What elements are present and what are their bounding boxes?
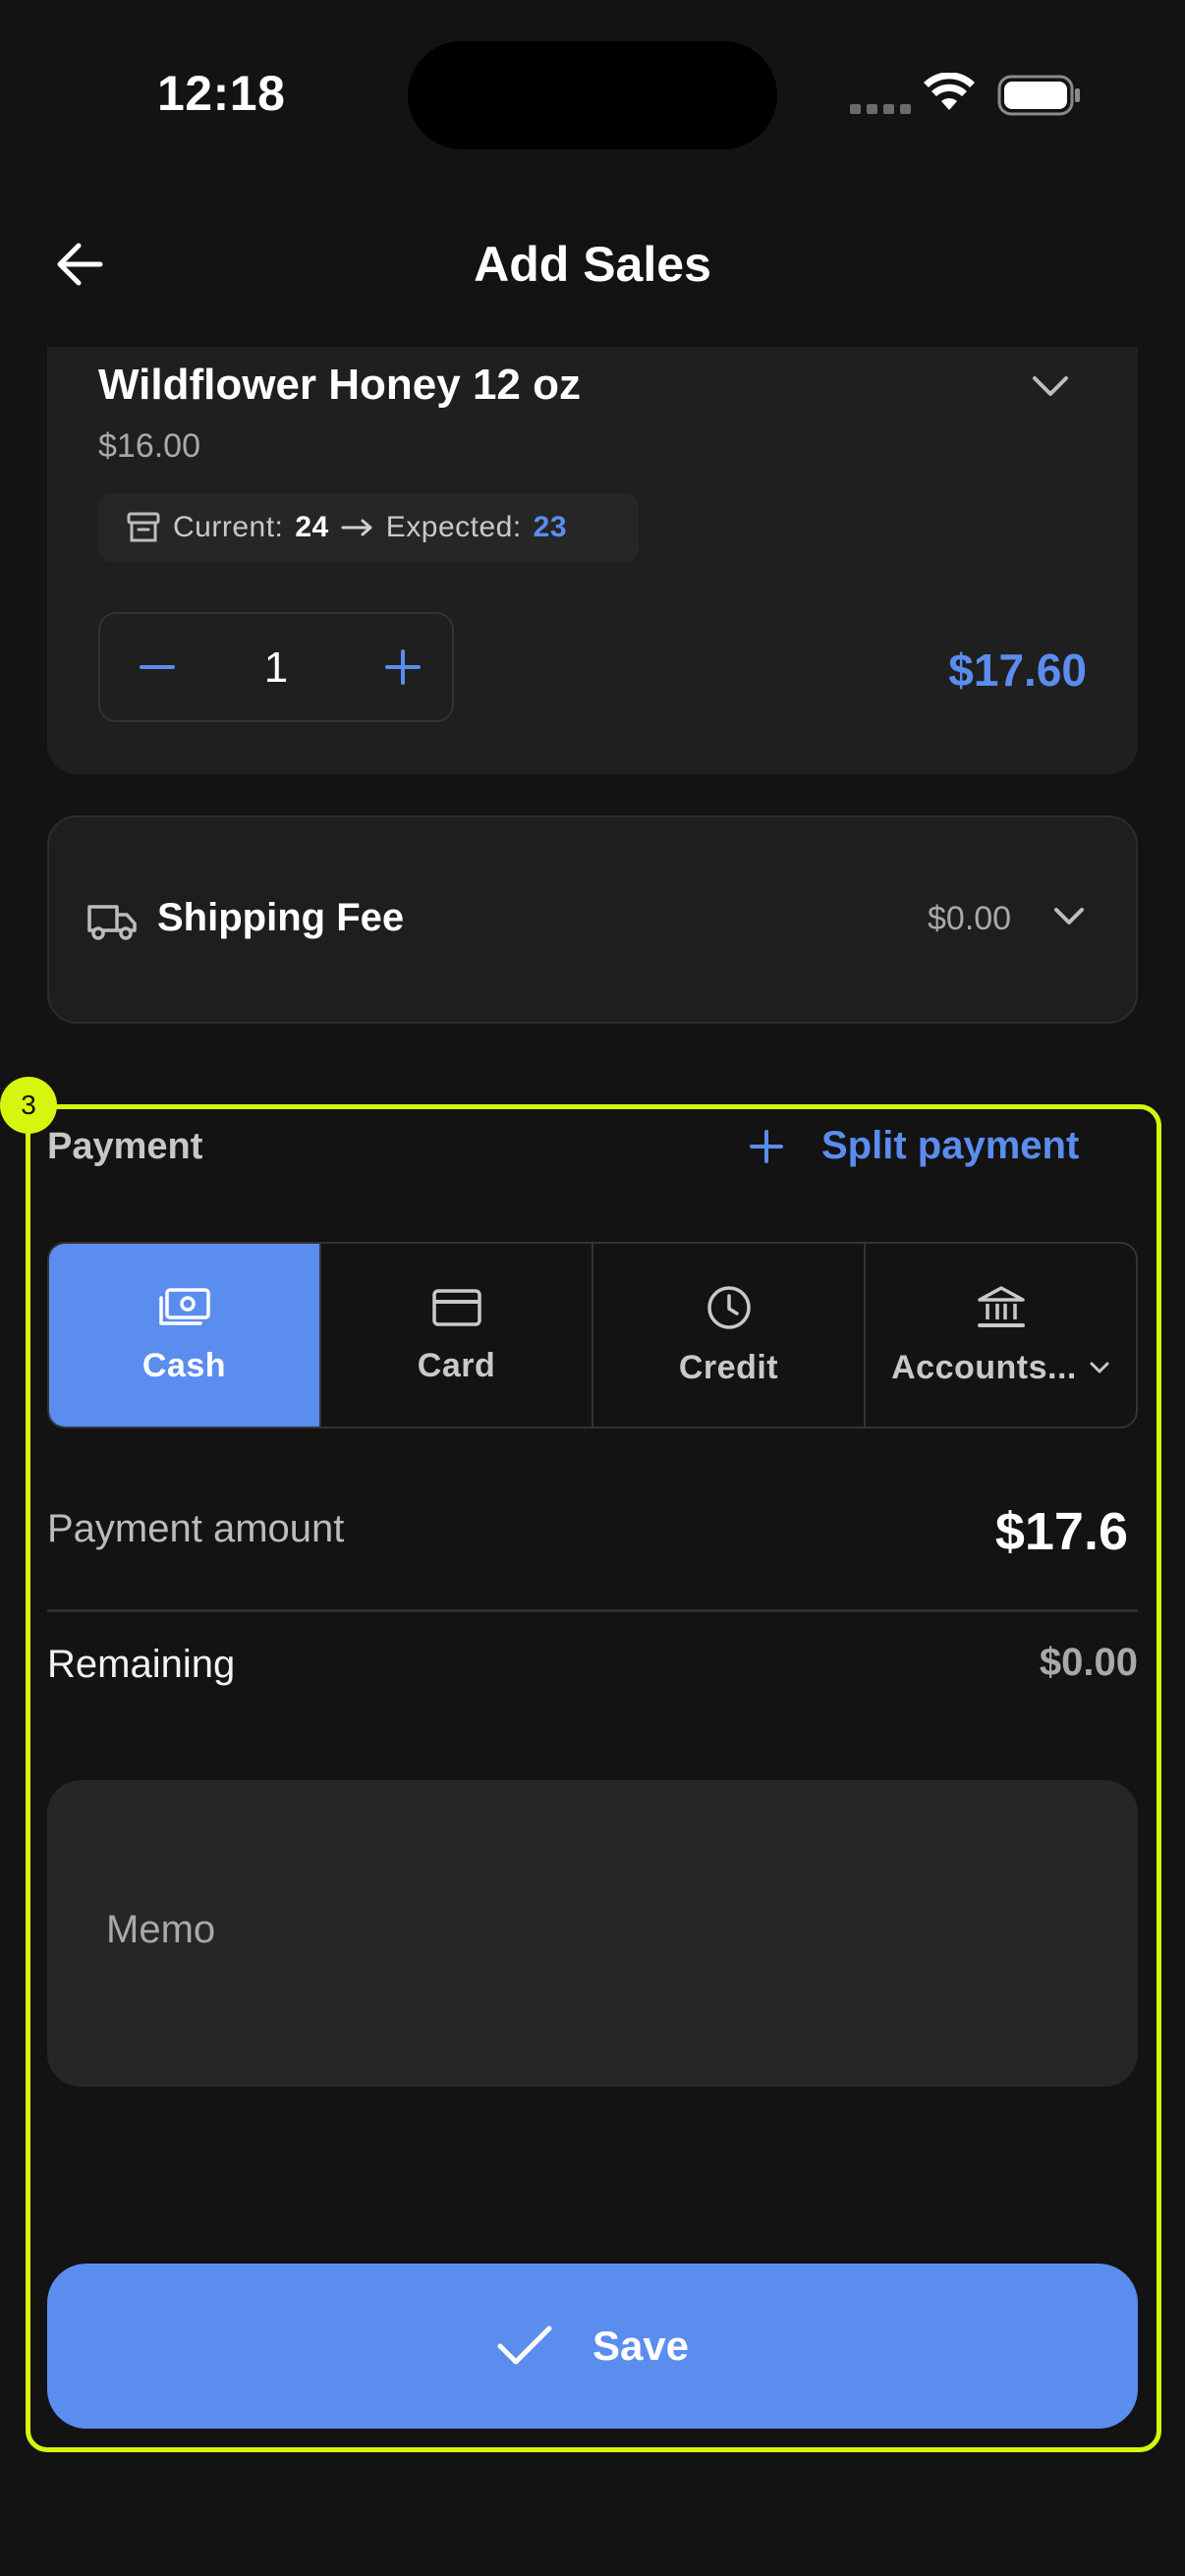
shipping-fee-row[interactable]: Shipping Fee $0.00 [47, 815, 1138, 1024]
payment-method-card[interactable]: Card [321, 1244, 593, 1427]
archive-box-icon [127, 512, 160, 542]
memo-placeholder: Memo [106, 1908, 216, 1951]
payment-label: Payment [47, 1126, 203, 1167]
payment-amount-label: Payment amount [47, 1507, 345, 1550]
clock-icon [706, 1285, 751, 1329]
page-title: Add Sales [474, 237, 711, 292]
product-unit-price: $16.00 [98, 427, 200, 465]
save-button[interactable]: Save [47, 2264, 1138, 2429]
wifi-icon [924, 73, 975, 110]
cash-icon [158, 1287, 210, 1325]
chevron-down-icon[interactable] [1051, 902, 1087, 929]
plus-icon [750, 1129, 783, 1163]
line-total: $17.60 [948, 644, 1087, 696]
chevron-down-icon[interactable] [1030, 372, 1071, 400]
payment-method-label: Cash [141, 1346, 227, 1384]
arrow-right-icon [341, 519, 372, 536]
payment-method-selector: Cash Card Credit Accounts... [47, 1242, 1138, 1428]
payment-method-credit[interactable]: Credit [593, 1244, 866, 1427]
shipping-fee-value: $0.00 [928, 900, 1012, 937]
quantity-stepper: 1 [98, 612, 454, 722]
current-stock-label: Current: [173, 511, 284, 543]
remaining-label: Remaining [47, 1643, 236, 1686]
product-name: Wildflower Honey 12 oz [98, 361, 582, 409]
split-payment-label: Split payment [821, 1124, 1080, 1167]
payment-amount-value[interactable]: $17.6 [995, 1501, 1128, 1562]
chevron-down-icon [1090, 1362, 1109, 1373]
payment-method-label: Card [417, 1346, 496, 1384]
remaining-value: $0.00 [1039, 1641, 1138, 1684]
bank-icon [977, 1285, 1025, 1327]
product-card: Wildflower Honey 12 oz $16.00 Current: 2… [47, 347, 1138, 774]
plus-icon[interactable] [383, 647, 423, 687]
signal-icon [850, 104, 911, 114]
stock-indicator: Current: 24 Expected: 23 [98, 493, 639, 562]
shipping-fee-label: Shipping Fee [157, 896, 405, 939]
payment-method-label: Accounts... [891, 1348, 1077, 1386]
expected-stock-value: 23 [533, 511, 568, 543]
truck-icon [87, 905, 137, 940]
expected-stock-label: Expected: [385, 511, 522, 543]
status-time: 12:18 [157, 66, 286, 121]
card-icon [431, 1288, 481, 1326]
current-stock-value: 24 [295, 511, 329, 543]
battery-icon [997, 75, 1080, 116]
payment-method-label: Credit [678, 1348, 779, 1386]
split-payment-button[interactable]: Split payment [749, 1124, 1079, 1168]
save-label: Save [592, 2323, 690, 2369]
checkmark-icon [497, 2325, 552, 2365]
memo-field[interactable]: Memo [47, 1780, 1138, 2087]
divider [47, 1609, 1138, 1612]
dynamic-island [408, 41, 777, 149]
payment-method-accounts[interactable]: Accounts... [866, 1244, 1136, 1427]
payment-method-cash[interactable]: Cash [49, 1244, 321, 1427]
